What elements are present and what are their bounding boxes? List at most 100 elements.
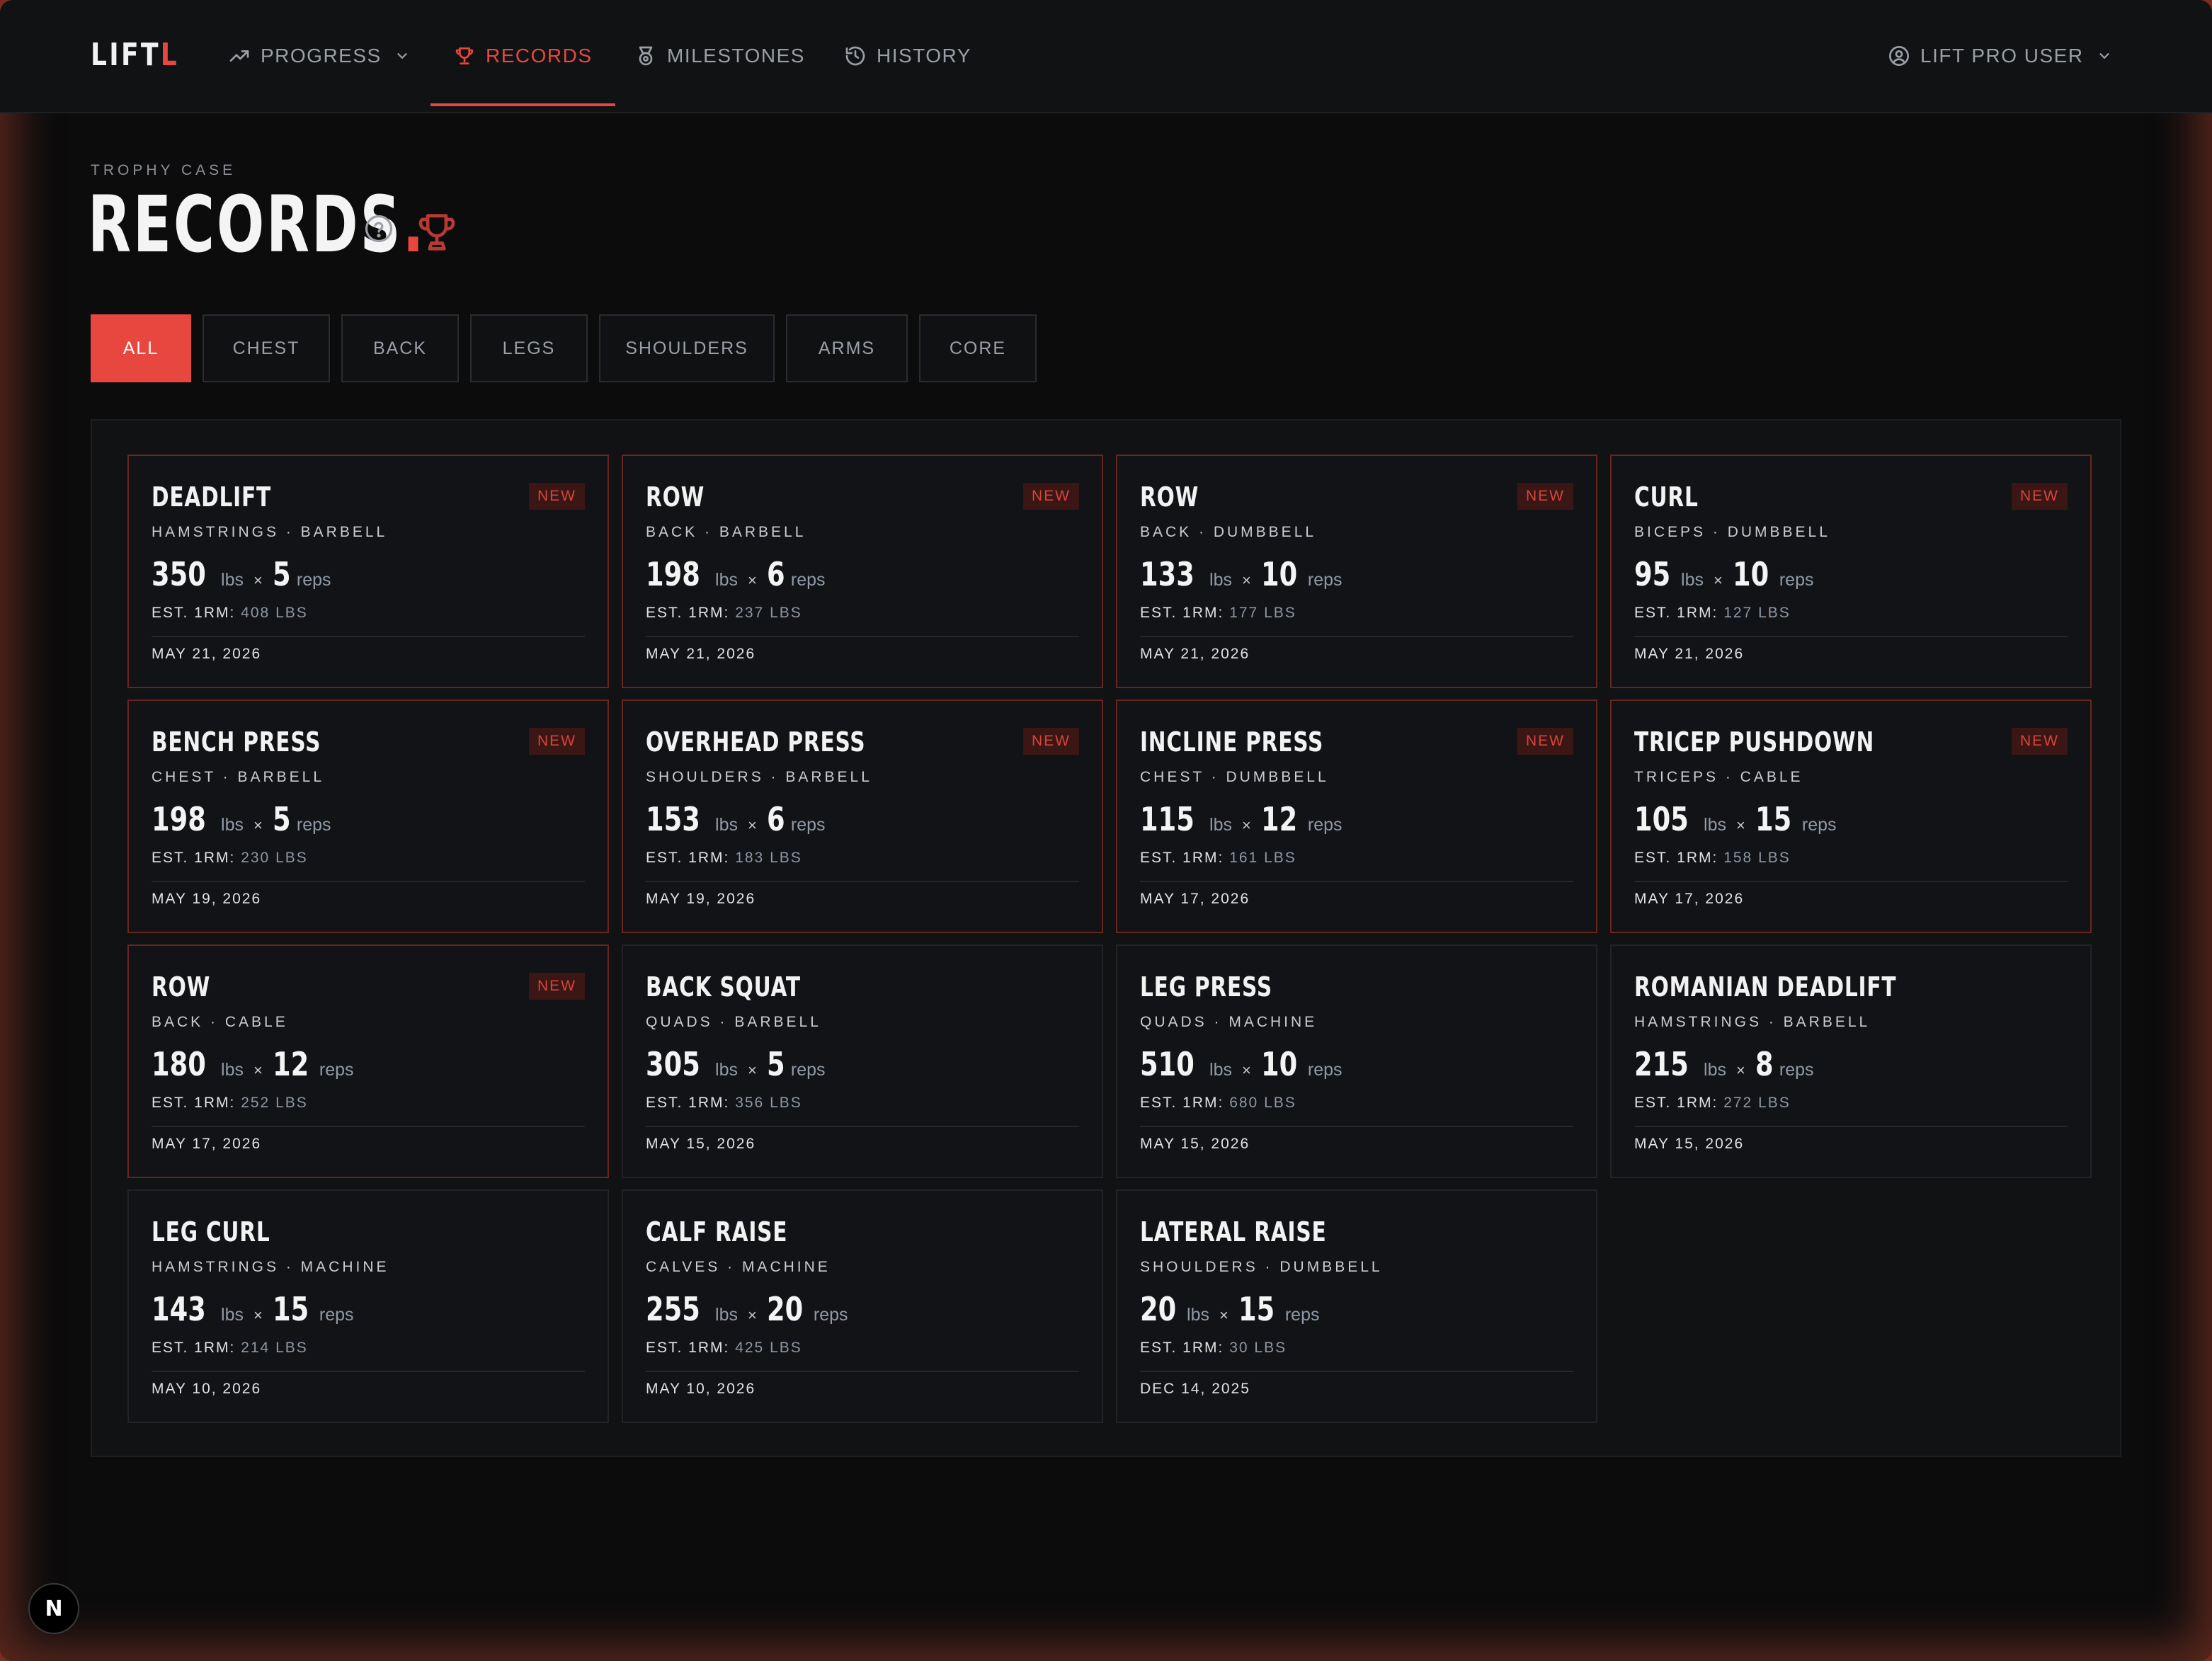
exercise-category: BICEPS · DUMBBELL bbox=[1634, 524, 1830, 540]
reps-unit: reps bbox=[1284, 1305, 1320, 1325]
reps-value: 15 bbox=[1755, 800, 1792, 838]
nav-history[interactable]: HISTORY bbox=[844, 0, 971, 112]
times-sign: × bbox=[748, 1061, 757, 1079]
est-value: 272 LBS bbox=[1723, 1095, 1791, 1111]
filter-back[interactable]: BACK bbox=[341, 314, 459, 382]
filter-all[interactable]: ALL bbox=[91, 314, 191, 382]
reps-value: 20 bbox=[766, 1290, 804, 1328]
weight-value: 105 bbox=[1634, 800, 1689, 838]
filter-shoulders[interactable]: SHOULDERS bbox=[599, 314, 775, 382]
times-sign: × bbox=[253, 571, 263, 589]
est-label: EST. 1RM: bbox=[646, 850, 730, 866]
exercise-name: TRICEP PUSHDOWN bbox=[1634, 726, 1875, 758]
new-badge: NEW bbox=[1023, 483, 1079, 510]
record-date: MAY 17, 2026 bbox=[152, 1136, 262, 1152]
user-circle-icon bbox=[1889, 46, 1909, 66]
reps-unit: reps bbox=[1801, 815, 1837, 835]
reps-value: 5 bbox=[766, 1045, 785, 1083]
performance: 350 lbs × 5 reps bbox=[152, 555, 331, 593]
record-date: MAY 15, 2026 bbox=[646, 1136, 756, 1152]
weight-value: 143 bbox=[152, 1290, 206, 1328]
filter-legs[interactable]: LEGS bbox=[470, 314, 588, 382]
weight-value: 198 bbox=[152, 800, 206, 838]
nav-records[interactable]: RECORDS bbox=[431, 0, 615, 112]
estimated-1rm: EST. 1RM: 214 LBS bbox=[152, 1340, 308, 1357]
help-circle-icon[interactable] bbox=[364, 214, 394, 244]
est-value: 127 LBS bbox=[1723, 605, 1791, 621]
est-value: 356 LBS bbox=[735, 1095, 802, 1111]
est-label: EST. 1RM: bbox=[1634, 850, 1718, 866]
record-card[interactable]: INCLINE PRESS NEW CHEST · DUMBBELL 115 l… bbox=[1116, 700, 1597, 933]
times-sign: × bbox=[1736, 1061, 1745, 1079]
nav-history-label: HISTORY bbox=[877, 45, 971, 67]
est-label: EST. 1RM: bbox=[152, 1095, 236, 1111]
weight-value: 180 bbox=[152, 1045, 206, 1083]
nav-milestones[interactable]: MILESTONES bbox=[634, 0, 805, 112]
performance: 180 lbs × 12 reps bbox=[152, 1045, 354, 1083]
card-divider bbox=[152, 881, 585, 882]
filter-tabs: ALL CHEST BACK LEGS SHOULDERS ARMS CORE bbox=[91, 314, 1037, 382]
nav-records-label: RECORDS bbox=[486, 45, 593, 67]
app-window: LIFTL PROGRESS RECORDS MILESTONES HISTOR… bbox=[0, 0, 2212, 1661]
reps-value: 12 bbox=[1260, 800, 1298, 838]
performance: 215 lbs × 8 reps bbox=[1634, 1045, 1814, 1083]
record-card[interactable]: ROW NEW BACK · DUMBBELL 133 lbs × 10 rep… bbox=[1116, 455, 1597, 688]
exercise-name: ROW bbox=[646, 481, 705, 513]
record-card[interactable]: DEADLIFT NEW HAMSTRINGS · BARBELL 350 lb… bbox=[127, 455, 609, 688]
est-value: 161 LBS bbox=[1229, 850, 1296, 866]
card-divider bbox=[646, 1371, 1079, 1372]
new-badge: NEW bbox=[1517, 483, 1573, 510]
filter-core[interactable]: CORE bbox=[919, 314, 1037, 382]
performance: 115 lbs × 12 reps bbox=[1140, 800, 1342, 838]
card-divider bbox=[1634, 1126, 2068, 1127]
exercise-name: OVERHEAD PRESS bbox=[646, 726, 866, 758]
new-badge: NEW bbox=[529, 728, 585, 755]
reps-value: 15 bbox=[272, 1290, 309, 1328]
exercise-category: HAMSTRINGS · BARBELL bbox=[152, 524, 388, 540]
weight-value: 350 bbox=[152, 555, 206, 593]
new-badge: NEW bbox=[2012, 483, 2068, 510]
est-label: EST. 1RM: bbox=[152, 605, 236, 621]
filter-chest[interactable]: CHEST bbox=[203, 314, 330, 382]
exercise-category: SHOULDERS · DUMBBELL bbox=[1140, 1259, 1383, 1275]
record-date: MAY 21, 2026 bbox=[646, 646, 756, 662]
new-badge: NEW bbox=[1023, 728, 1079, 755]
reps-unit: reps bbox=[296, 815, 331, 835]
record-card[interactable]: ROW NEW BACK · BARBELL 198 lbs × 6 reps … bbox=[622, 455, 1103, 688]
weight-unit: lbs bbox=[1704, 815, 1726, 835]
exercise-name: ROW bbox=[152, 971, 211, 1003]
records-grid: DEADLIFT NEW HAMSTRINGS · BARBELL 350 lb… bbox=[91, 419, 2121, 1457]
est-label: EST. 1RM: bbox=[1140, 605, 1224, 621]
record-date: MAY 21, 2026 bbox=[1634, 646, 1745, 662]
logo[interactable]: LIFTL bbox=[91, 37, 179, 73]
dev-tools-button[interactable]: N bbox=[28, 1583, 79, 1634]
record-card[interactable]: CALF RAISE CALVES · MACHINE 255 lbs × 20… bbox=[622, 1189, 1103, 1423]
est-label: EST. 1RM: bbox=[1634, 1095, 1718, 1111]
times-sign: × bbox=[1242, 816, 1251, 834]
record-date: MAY 19, 2026 bbox=[646, 891, 756, 907]
record-card[interactable]: LEG CURL HAMSTRINGS · MACHINE 143 lbs × … bbox=[127, 1189, 609, 1423]
record-card[interactable]: TRICEP PUSHDOWN NEW TRICEPS · CABLE 105 … bbox=[1610, 700, 2092, 933]
record-card[interactable]: BENCH PRESS NEW CHEST · BARBELL 198 lbs … bbox=[127, 700, 609, 933]
record-card[interactable]: CURL NEW BICEPS · DUMBBELL 95 lbs × 10 r… bbox=[1610, 455, 2092, 688]
weight-value: 510 bbox=[1140, 1045, 1195, 1083]
top-nav: LIFTL PROGRESS RECORDS MILESTONES HISTOR… bbox=[0, 0, 2212, 113]
card-divider bbox=[646, 881, 1079, 882]
est-value: 408 LBS bbox=[241, 605, 308, 621]
weight-unit: lbs bbox=[1209, 570, 1232, 590]
estimated-1rm: EST. 1RM: 177 LBS bbox=[1140, 605, 1296, 622]
record-card[interactable]: LEG PRESS QUADS · MACHINE 510 lbs × 10 r… bbox=[1116, 944, 1597, 1178]
filter-arms[interactable]: ARMS bbox=[786, 314, 908, 382]
record-card[interactable]: BACK SQUAT QUADS · BARBELL 305 lbs × 5 r… bbox=[622, 944, 1103, 1178]
record-card[interactable]: ROMANIAN DEADLIFT HAMSTRINGS · BARBELL 2… bbox=[1610, 944, 2092, 1178]
record-card[interactable]: LATERAL RAISE SHOULDERS · DUMBBELL 20 lb… bbox=[1116, 1189, 1597, 1423]
user-menu[interactable]: LIFT PRO USER bbox=[1888, 0, 2122, 112]
est-value: 680 LBS bbox=[1229, 1095, 1296, 1111]
exercise-category: QUADS · MACHINE bbox=[1140, 1014, 1318, 1030]
record-card[interactable]: OVERHEAD PRESS NEW SHOULDERS · BARBELL 1… bbox=[622, 700, 1103, 933]
nav-progress[interactable]: PROGRESS bbox=[228, 0, 420, 112]
history-icon bbox=[845, 46, 865, 66]
record-card[interactable]: ROW NEW BACK · CABLE 180 lbs × 12 reps E… bbox=[127, 944, 609, 1178]
reps-unit: reps bbox=[813, 1305, 848, 1325]
reps-unit: reps bbox=[319, 1060, 354, 1080]
